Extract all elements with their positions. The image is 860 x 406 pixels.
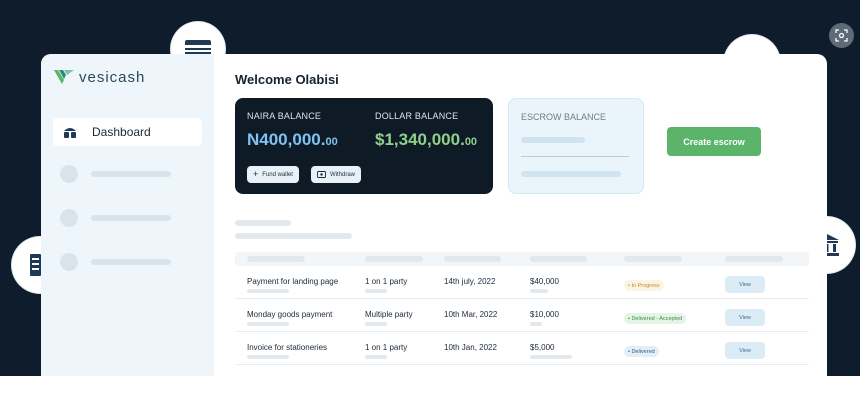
dashboard-icon: [64, 128, 76, 138]
sidebar-item-placeholder[interactable]: [60, 209, 171, 227]
transactions-table: Payment for landing page 1 on 1 party 14…: [235, 252, 809, 365]
placeholder-icon: [60, 165, 78, 183]
placeholder-label: [91, 215, 171, 221]
amount-sub-placeholder: [530, 289, 548, 293]
divider: [521, 156, 629, 157]
sidebar-item-label: Dashboard: [92, 125, 151, 139]
transaction-parties: 1 on 1 party: [365, 277, 408, 286]
transaction-date: 14th july, 2022: [444, 277, 496, 286]
transaction-amount: $5,000: [530, 343, 555, 352]
table-row[interactable]: Payment for landing page 1 on 1 party 14…: [235, 266, 809, 299]
amount-sub-placeholder: [530, 355, 572, 359]
table-header: [235, 252, 809, 266]
sidebar-item-placeholder[interactable]: [60, 253, 171, 271]
page-bottom-band: [0, 376, 860, 406]
naira-balance-value: N400,000.00: [247, 130, 338, 149]
status-badge: • In Progress: [624, 280, 664, 291]
withdraw-button[interactable]: Withdraw: [311, 166, 362, 183]
amount-sub-placeholder: [530, 322, 542, 326]
status-badge: • Delivered: [624, 346, 659, 357]
parties-sub-placeholder: [365, 289, 387, 293]
column-header-placeholder: [444, 256, 501, 262]
wallet-balance-card: NAIRA BALANCE N400,000.00 DOLLAR BALANCE…: [235, 98, 493, 194]
escrow-balance-label: ESCROW BALANCE: [521, 112, 607, 122]
transaction-amount: $40,000: [530, 277, 559, 286]
transaction-name: Invoice for stationeries: [247, 343, 328, 352]
withdraw-icon: [317, 171, 326, 178]
brand-name: vesicash: [79, 68, 146, 86]
placeholder-label: [91, 171, 171, 177]
column-header-placeholder: [624, 256, 682, 262]
dollar-balance-value: $1,340,000.00: [375, 130, 478, 149]
sidebar-item-placeholder[interactable]: [60, 165, 171, 183]
placeholder-icon: [60, 209, 78, 227]
table-row[interactable]: Invoice for stationeries 1 on 1 party 10…: [235, 332, 809, 365]
table-row[interactable]: Monday goods payment Multiple party 10th…: [235, 299, 809, 332]
transaction-parties: 1 on 1 party: [365, 343, 408, 352]
escrow-value-placeholder: [521, 137, 585, 143]
brand-logo[interactable]: vesicash: [53, 68, 145, 86]
sidebar: vesicash Dashboard: [41, 54, 214, 376]
escrow-detail-placeholder: [521, 171, 621, 177]
fund-wallet-button[interactable]: + Fund wallet: [247, 166, 299, 183]
app-window: vesicash Dashboard Welcome Olabisi NAIRA…: [41, 54, 827, 376]
plus-icon: +: [253, 169, 259, 179]
transaction-date: 10th Mar, 2022: [444, 310, 498, 319]
page-title: Welcome Olabisi: [235, 72, 339, 87]
create-escrow-button[interactable]: Create escrow: [667, 127, 761, 156]
name-sub-placeholder: [247, 355, 289, 359]
vesicash-logo-icon: [54, 70, 74, 84]
name-sub-placeholder: [247, 322, 289, 326]
status-badge: • Delivered - Accepted: [624, 313, 687, 324]
transaction-name: Payment for landing page: [247, 277, 339, 286]
naira-balance-label: NAIRA BALANCE: [247, 111, 322, 121]
column-header-placeholder: [530, 256, 587, 262]
transaction-parties: Multiple party: [365, 310, 413, 319]
parties-sub-placeholder: [365, 355, 387, 359]
column-header-placeholder: [365, 256, 423, 262]
view-button[interactable]: View: [725, 276, 765, 293]
name-sub-placeholder: [247, 289, 289, 293]
view-button[interactable]: View: [725, 342, 765, 359]
scan-button[interactable]: [829, 23, 854, 48]
view-button[interactable]: View: [725, 309, 765, 326]
placeholder-icon: [60, 253, 78, 271]
section-title-placeholder: [235, 220, 291, 226]
placeholder-label: [91, 259, 171, 265]
column-header-placeholder: [725, 256, 783, 262]
transaction-date: 10th Jan, 2022: [444, 343, 497, 352]
scan-icon: [835, 29, 848, 42]
withdraw-label: Withdraw: [330, 171, 356, 178]
parties-sub-placeholder: [365, 322, 387, 326]
fund-wallet-label: Fund wallet: [262, 171, 293, 178]
escrow-balance-card: ESCROW BALANCE: [508, 98, 644, 194]
transaction-name: Monday goods payment: [247, 310, 333, 319]
column-header-placeholder: [247, 256, 305, 262]
section-subtitle-placeholder: [235, 233, 352, 239]
transaction-amount: $10,000: [530, 310, 559, 319]
dollar-balance-label: DOLLAR BALANCE: [375, 111, 459, 121]
sidebar-item-dashboard[interactable]: Dashboard: [53, 118, 202, 146]
